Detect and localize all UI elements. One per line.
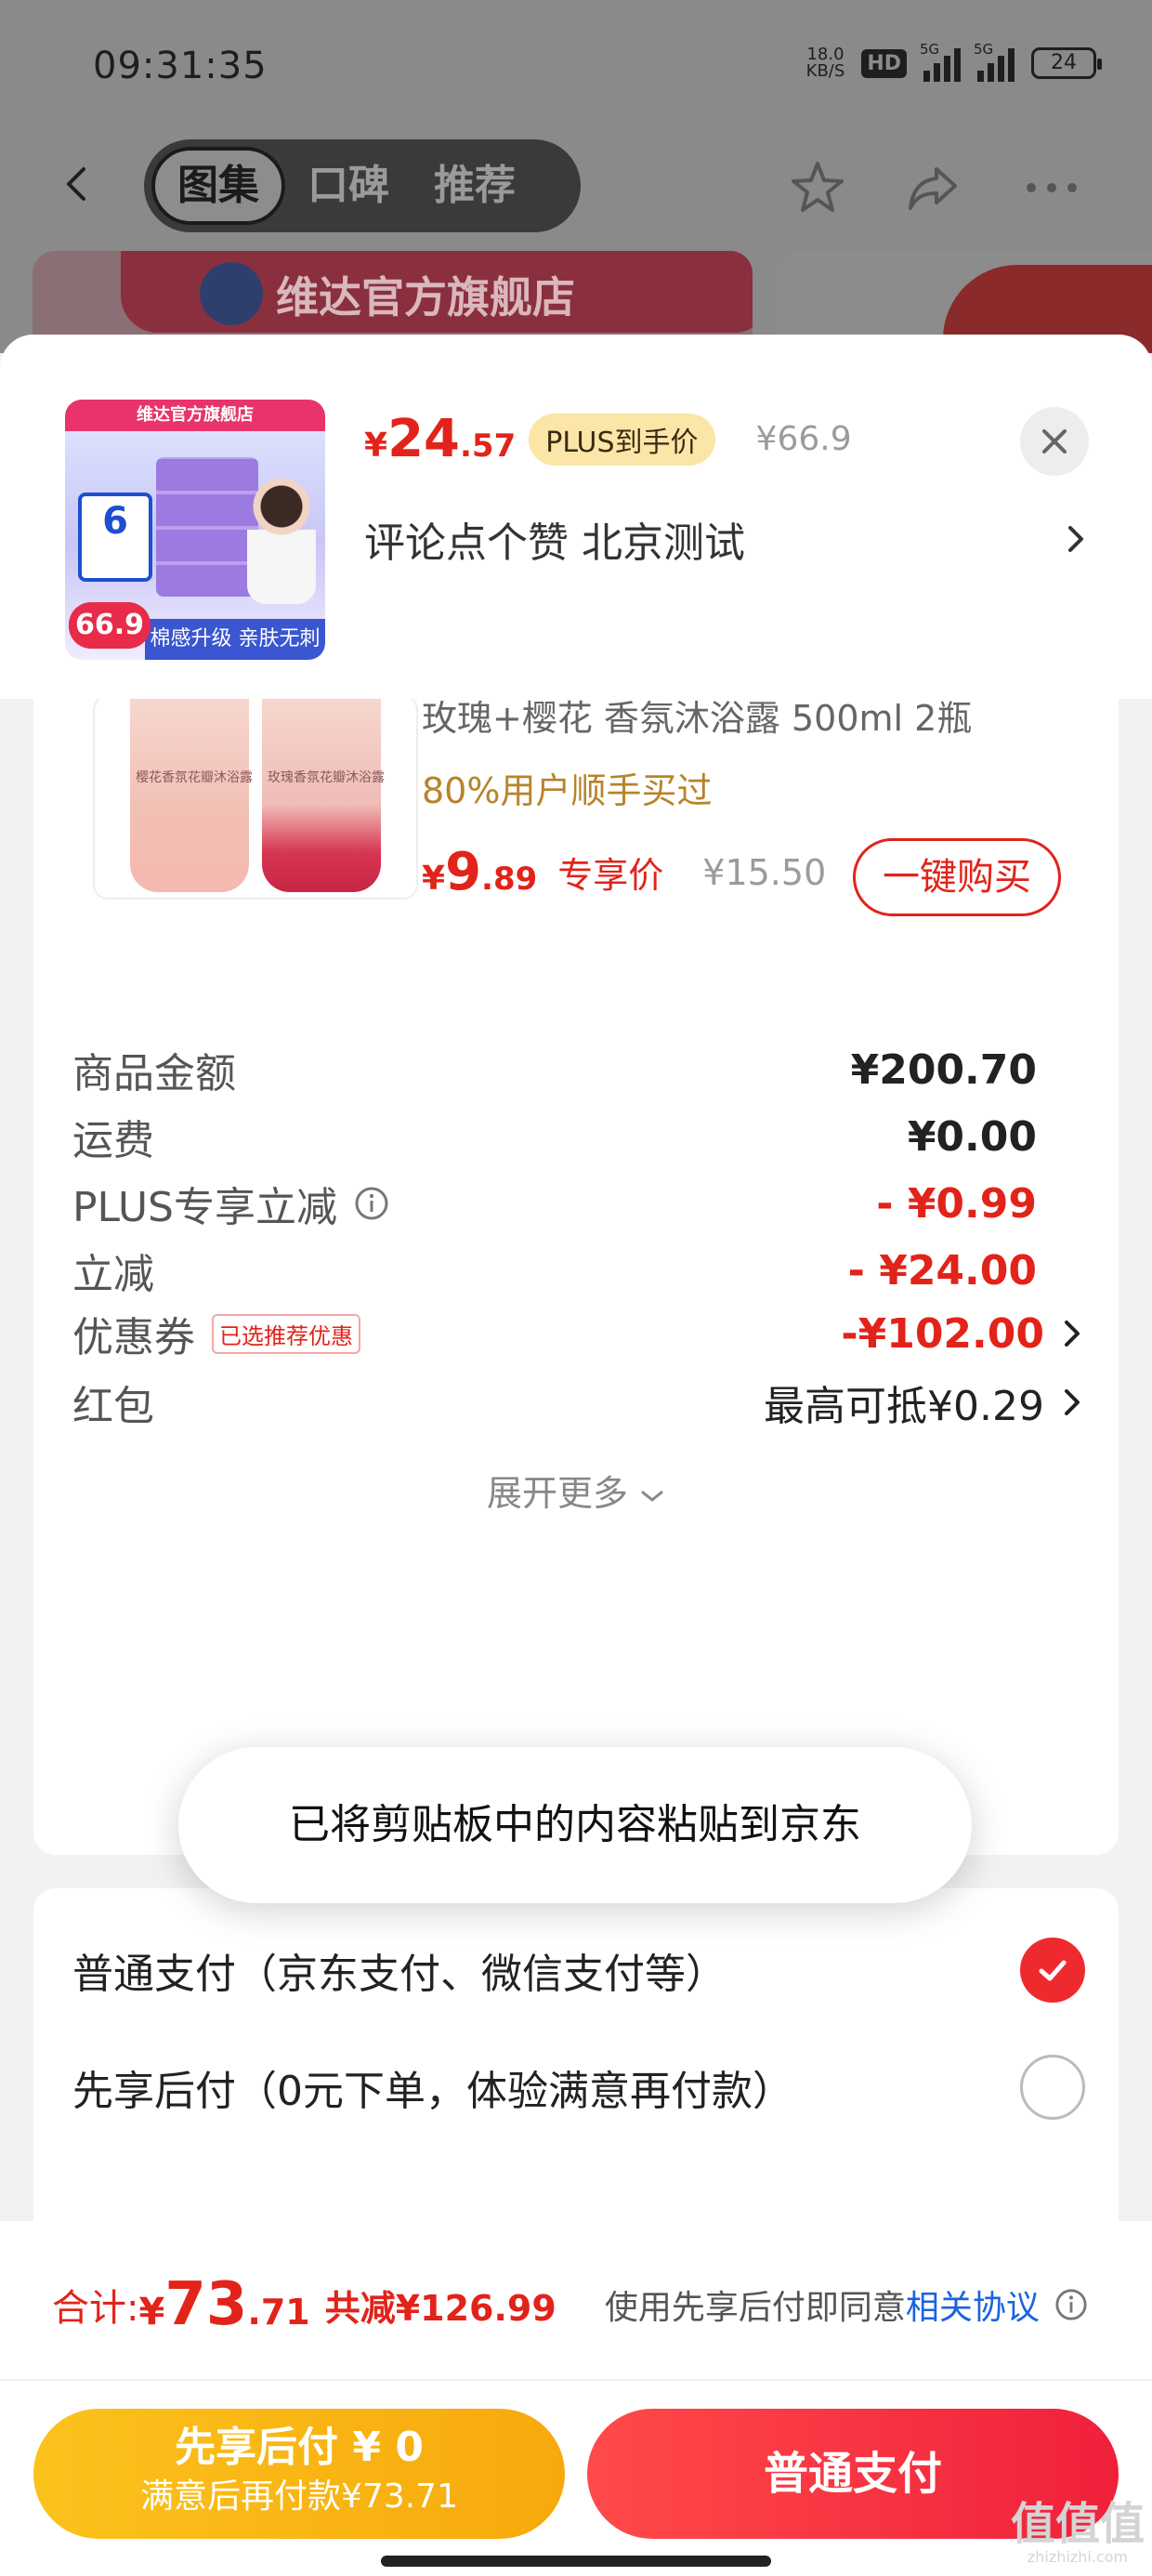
battery-icon: 24 (1031, 47, 1102, 79)
back-arrow-icon[interactable] (58, 165, 95, 203)
tab-gallery[interactable]: 图集 (151, 147, 285, 225)
hd-icon: HD (861, 48, 907, 78)
recommend-price: ¥9.89 (422, 842, 538, 902)
close-button[interactable] (1020, 407, 1089, 476)
more-icon[interactable] (1022, 158, 1081, 217)
site-watermark: 值值值 zhizhizhi.com (1010, 2498, 1145, 2566)
bottle-rose: 玫瑰香氛花瓣沐浴露 (262, 699, 385, 892)
original-price: ¥66.9 (755, 420, 852, 458)
close-icon (1042, 429, 1067, 453)
checkout-sheet: 樱花香氛花瓣沐浴露 玫瑰香氛花瓣沐浴露 玫瑰+樱花 香氛沐浴露 500ml 2瓶… (0, 335, 1152, 2576)
radio-unchecked-icon[interactable] (1020, 2055, 1085, 2120)
agreement-text: 使用先享后付即同意 (604, 2289, 906, 2327)
product-price-row: ¥24.57 PLUS到手价 ¥66.9 (364, 409, 852, 469)
product-price: ¥24.57 (364, 409, 517, 469)
one-click-buy-button[interactable]: 一键购买 (853, 838, 1061, 916)
chevron-right-icon (1065, 1321, 1080, 1347)
nav-bar: 图集 口碑 推荐 (0, 139, 1152, 232)
recommend-title: 玫瑰+樱花 香氛沐浴露 500ml 2瓶 (422, 699, 973, 739)
spec-text: 评论点个赞 北京测试 (364, 519, 745, 567)
chevron-down-icon (641, 1491, 663, 1502)
info-icon[interactable] (1054, 2288, 1088, 2321)
store-name: 维达官方旗舰店 (276, 272, 575, 322)
share-icon[interactable] (903, 158, 962, 217)
agreement-link[interactable]: 相关协议 (906, 2280, 1040, 2329)
plus-price-tag: PLUS到手价 (529, 413, 715, 466)
bottle-sakura: 樱花香氛花瓣沐浴露 (130, 699, 253, 892)
divider (0, 2379, 1152, 2381)
checkout-footer: 合计: ¥73.71 共减¥126.99 使用先享后付即同意 相关协议 先享后付… (0, 2221, 1152, 2576)
total-discount: 共减¥126.99 (324, 2287, 556, 2329)
plus-discount-row: PLUS专享立减 - ¥0.99 (72, 1179, 1037, 1232)
status-time: 09:31:35 (93, 45, 268, 87)
payment-option-normal[interactable]: 普通支付（京东支付、微信支付等） (72, 1933, 1085, 2007)
recommend-buyers: 80%用户顺手买过 (422, 770, 713, 811)
payment-option-later[interactable]: 先享后付（0元下单，体验满意再付款） (72, 2050, 1085, 2124)
signal-icon: 5G (974, 41, 1015, 82)
expand-more-button[interactable]: 展开更多 (33, 1465, 1119, 1516)
chevron-right-icon (1068, 526, 1083, 552)
recommend-original-price: ¥15.50 (702, 851, 827, 893)
info-icon[interactable] (354, 1186, 389, 1221)
goods-amount-row: 商品金额 ¥200.70 (72, 1045, 1037, 1098)
network-speed: 18.0 KB/S (805, 45, 845, 81)
red-packet-row[interactable]: 红包 最高可抵¥0.29 (72, 1370, 1085, 1435)
total-price: ¥73.71 (138, 2270, 310, 2339)
status-bar: 09:31:35 18.0 KB/S HD 5G 5G 24 (0, 0, 1152, 130)
tab-recommend[interactable]: 推荐 (412, 147, 538, 225)
instant-discount-row: 立减 - ¥24.00 (72, 1246, 1037, 1299)
home-indicator[interactable] (381, 2556, 771, 2567)
tab-reviews[interactable]: 口碑 (285, 147, 412, 225)
gallery-tabs: 图集 口碑 推荐 (144, 139, 581, 232)
shipping-row: 运费 ¥0.00 (72, 1112, 1037, 1165)
pay-later-button[interactable]: 先享后付 ¥ 0 满意后再付款¥73.71 (33, 2409, 565, 2539)
total-label: 合计: (52, 2287, 139, 2330)
background-page: 09:31:35 18.0 KB/S HD 5G 5G 24 图集 口碑 推荐 (0, 0, 1152, 353)
total-row: 合计: ¥73.71 共减¥126.99 使用先享后付即同意 相关协议 (52, 2258, 1102, 2351)
spec-selector[interactable]: 评论点个赞 北京测试 (364, 509, 1089, 569)
coupon-row[interactable]: 优惠券 已选推荐优惠 -¥102.00 (72, 1301, 1085, 1366)
recommend-price-row: ¥9.89 专享价 ¥15.50 (422, 842, 826, 902)
coupon-recommended-tag: 已选推荐优惠 (212, 1313, 360, 1354)
recommend-product-image[interactable]: 樱花香氛花瓣沐浴露 玫瑰香氛花瓣沐浴露 (93, 699, 418, 900)
store-logo (200, 262, 263, 325)
recommend-exclusive-label: 专享价 (557, 855, 664, 896)
signal-icon: 5G (920, 41, 961, 82)
favorite-star-icon[interactable] (788, 158, 847, 217)
product-header: 维达官方旗舰店 6 棉感升级 亲肤无刺激 66.9 ¥24.57 PLUS到手价… (0, 335, 1152, 699)
amount-details-card: 商品金额 ¥200.70 运费 ¥0.00 PLUS专享立减 - ¥0.99 立… (33, 1000, 1119, 1855)
clipboard-toast: 已将剪贴板中的内容粘贴到京东 (178, 1747, 972, 1903)
chevron-right-icon (1065, 1389, 1080, 1415)
radio-checked-icon[interactable] (1020, 1938, 1085, 2003)
status-indicators: 18.0 KB/S HD 5G 5G 24 (805, 41, 1102, 82)
product-thumbnail[interactable]: 维达官方旗舰店 6 棉感升级 亲肤无刺激 66.9 (65, 400, 325, 660)
